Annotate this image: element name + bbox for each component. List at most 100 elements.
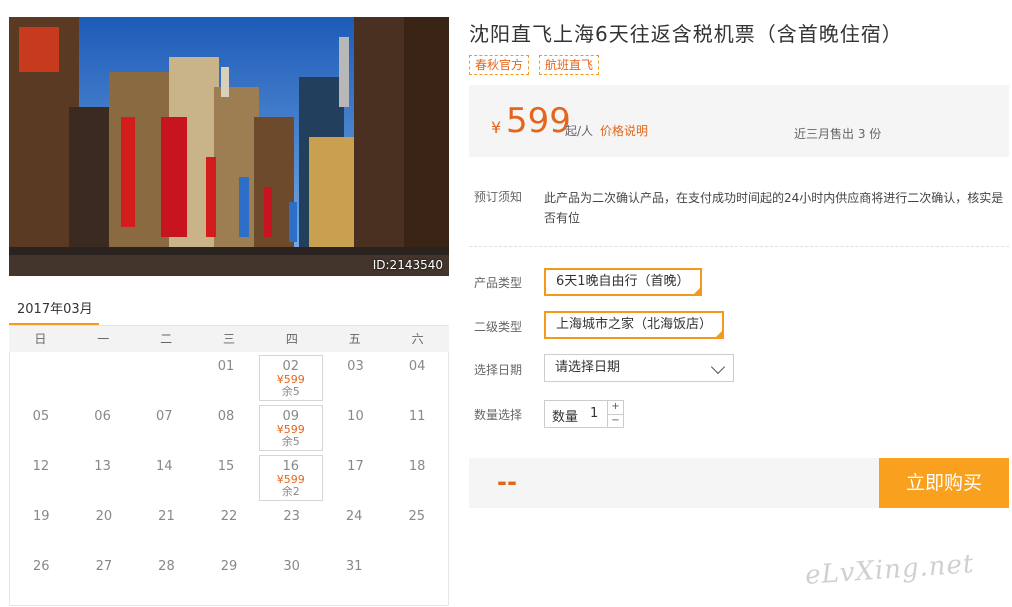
calendar-day: 24 xyxy=(323,502,386,552)
weekday-label: 六 xyxy=(411,332,424,346)
calendar-day: 06 xyxy=(72,402,134,452)
product-title: 沈阳直飞上海6天往返含税机票（含首晚住宿） xyxy=(469,22,903,46)
day-number: 29 xyxy=(220,559,238,574)
calendar-day xyxy=(72,352,134,402)
weekday-label: 四 xyxy=(285,332,298,346)
sales-count: 近三月售出 3 份 xyxy=(794,127,882,141)
street-scene-image xyxy=(9,17,449,276)
calendar-month-tab[interactable]: 2017年03月 xyxy=(9,290,99,326)
product-type-option[interactable]: 6天1晚自由行（首晚） xyxy=(544,268,702,296)
quantity-increase-button[interactable]: + xyxy=(608,401,623,414)
day-number: 17 xyxy=(347,459,364,474)
quantity-value[interactable]: 1 xyxy=(590,406,598,421)
price-unit: 起/人 xyxy=(565,124,594,138)
calendar-day: 14 xyxy=(133,452,195,502)
day-number: 19 xyxy=(33,509,50,524)
calendar-day: 23 xyxy=(260,502,323,552)
day-number: 14 xyxy=(156,459,173,474)
site-watermark: eLvXing.net xyxy=(804,549,976,591)
day-number: 13 xyxy=(94,459,111,474)
day-stock: 余2 xyxy=(281,485,300,498)
day-number: 22 xyxy=(220,509,238,524)
calendar-day: 28 xyxy=(135,552,198,602)
calendar-day: 05 xyxy=(10,402,72,452)
quantity-row-label: 数量选择 xyxy=(474,408,523,422)
calendar-week-row: 05 06 07 08 09 ¥599 余5 10 11 xyxy=(10,402,448,452)
calendar-day xyxy=(133,352,195,402)
day-number: 11 xyxy=(408,409,426,424)
booking-notice-label: 预订须知 xyxy=(474,190,523,204)
sub-type-label: 二级类型 xyxy=(474,320,523,334)
day-number: 10 xyxy=(347,409,364,424)
product-photo: ID:2143540 xyxy=(9,17,449,276)
calendar-day xyxy=(10,352,72,402)
calendar-day: 11 xyxy=(386,402,448,452)
calendar-weekday-header: 日一二三四五六 xyxy=(9,326,449,352)
quantity-label: 数量 xyxy=(552,410,579,425)
day-number: 18 xyxy=(408,459,426,474)
day-number: 30 xyxy=(283,559,300,574)
quantity-stepper[interactable]: 数量 1 + − xyxy=(544,400,624,428)
price-explanation-link[interactable]: 价格说明 xyxy=(600,122,648,139)
calendar-day: 22 xyxy=(198,502,261,552)
weekday-label: 一 xyxy=(97,332,110,346)
day-number: 31 xyxy=(345,559,363,574)
purchase-bar: -- 立即购买 xyxy=(469,458,1009,508)
day-number: 24 xyxy=(345,509,363,524)
calendar-day: 13 xyxy=(72,452,134,502)
calendar-day: 15 xyxy=(195,452,257,502)
date-select[interactable]: 请选择日期 xyxy=(544,354,734,382)
day-number: 03 xyxy=(347,359,364,374)
calendar-day: 01 xyxy=(195,352,257,402)
day-number: 12 xyxy=(32,459,50,474)
calendar-day: 03 xyxy=(325,352,387,402)
calendar-day-available[interactable]: 09 ¥599 余5 xyxy=(258,405,323,451)
calendar-day: 27 xyxy=(73,552,136,602)
calendar-day: 26 xyxy=(10,552,73,602)
calendar-week-row: 01 02 ¥599 余5 03 04 xyxy=(10,352,448,402)
day-number: 15 xyxy=(217,459,235,474)
calendar-day-available[interactable]: 16 ¥599 余2 xyxy=(258,455,323,501)
date-select-value: 请选择日期 xyxy=(555,360,621,375)
calendar-day: 30 xyxy=(260,552,323,602)
calendar-week-row: 26 27 28 29 30 31 xyxy=(10,552,448,602)
total-price: -- xyxy=(497,468,517,496)
product-tags: 春秋官方 航班直飞 xyxy=(469,55,600,75)
calendar-day: 07 xyxy=(133,402,195,452)
calendar-day: 19 xyxy=(10,502,73,552)
day-number: 07 xyxy=(156,409,173,424)
calendar-week-row: 12 13 14 15 16 ¥599 余2 17 18 xyxy=(10,452,448,502)
calendar-day: 08 xyxy=(195,402,257,452)
photo-id-label: ID:2143540 xyxy=(372,258,443,272)
day-number: 09 xyxy=(282,409,299,424)
product-type-label: 产品类型 xyxy=(474,276,523,290)
day-number: 25 xyxy=(408,509,426,524)
tag-direct-flight: 航班直飞 xyxy=(539,55,600,75)
calendar-day: 20 xyxy=(73,502,136,552)
calendar-day: 21 xyxy=(135,502,198,552)
calendar-day: 17 xyxy=(325,452,387,502)
section-divider xyxy=(469,246,1009,247)
calendar-grid: 01 02 ¥599 余5 03 04 05 06 07 08 09 ¥599 余5 10 11 12 13 14… xyxy=(9,352,449,606)
calendar-day-available[interactable]: 02 ¥599 余5 xyxy=(258,355,323,401)
day-stock: 余5 xyxy=(281,385,300,398)
quantity-decrease-button[interactable]: − xyxy=(608,414,623,427)
day-number: 04 xyxy=(408,359,426,374)
calendar-day xyxy=(385,552,448,602)
calendar-week-row: 19 20 21 22 23 24 25 xyxy=(10,502,448,552)
day-number: 01 xyxy=(217,359,235,374)
day-number: 06 xyxy=(94,409,111,424)
calendar-day: 25 xyxy=(385,502,448,552)
day-number: 26 xyxy=(33,559,50,574)
sub-type-option[interactable]: 上海城市之家（北海饭店） xyxy=(544,311,725,339)
price-calendar: 2017年03月 日一二三四五六 01 02 ¥599 余5 03 04 05 06 07 08 0… xyxy=(9,290,449,606)
buy-now-button[interactable]: 立即购买 xyxy=(879,458,1009,508)
date-select-label: 选择日期 xyxy=(474,363,523,377)
calendar-day: 18 xyxy=(386,452,448,502)
weekday-label: 二 xyxy=(160,332,173,346)
day-number: 16 xyxy=(282,459,299,474)
calendar-day: 31 xyxy=(323,552,386,602)
day-number: 02 xyxy=(282,359,299,374)
day-number: 27 xyxy=(95,559,113,574)
calendar-day: 04 xyxy=(386,352,448,402)
